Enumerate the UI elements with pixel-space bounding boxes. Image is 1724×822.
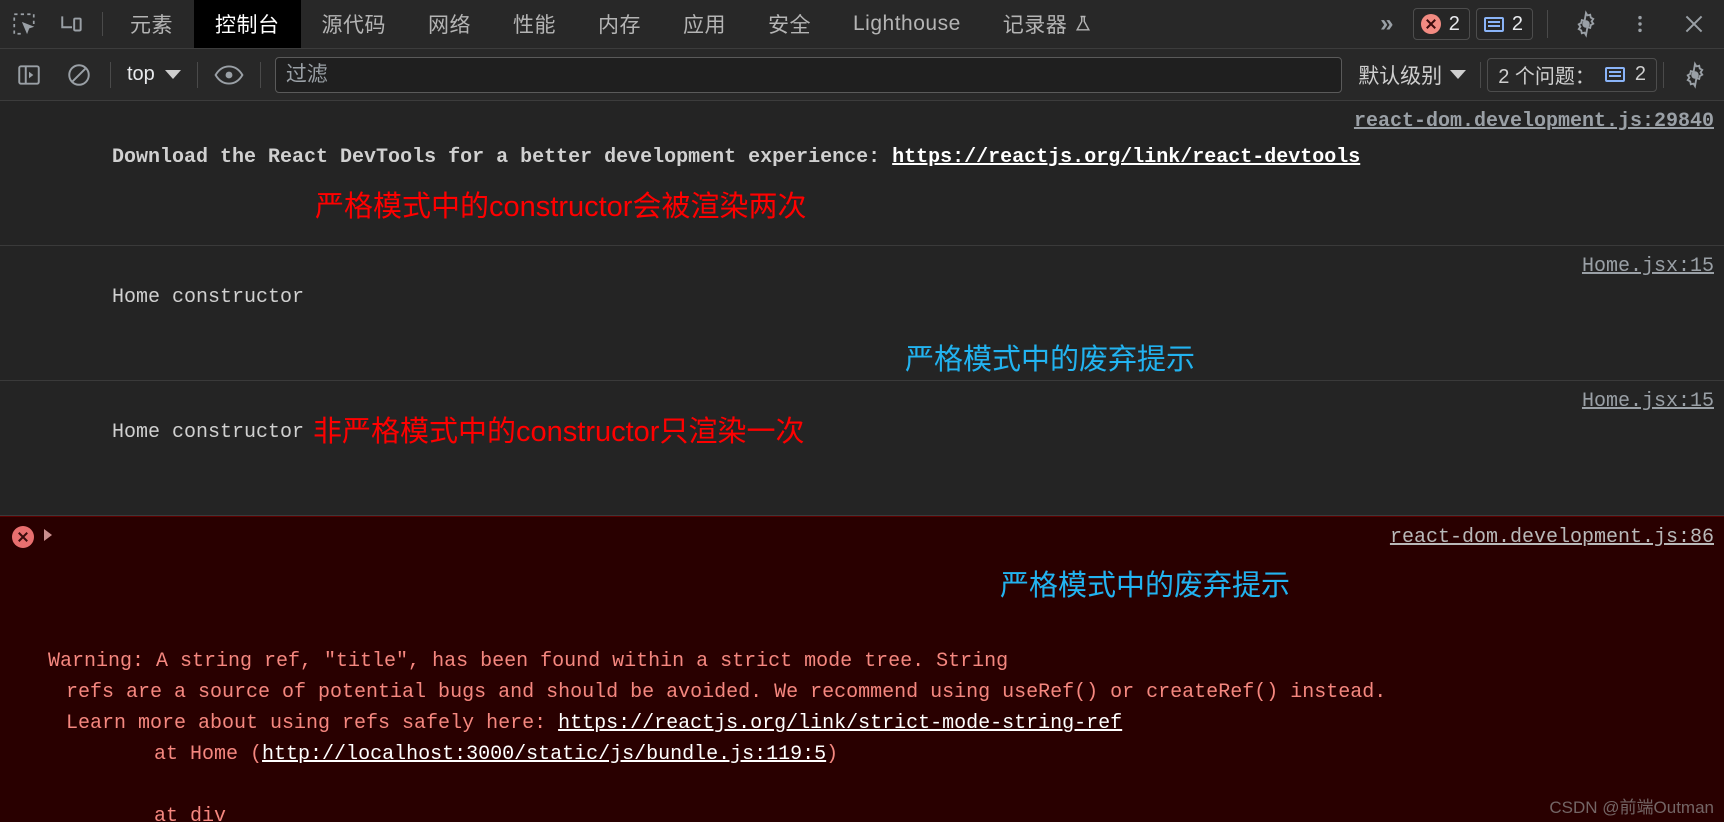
source-link[interactable]: Home.jsx:15 <box>1582 251 1714 282</box>
error-line-3: Learn more about using refs safely here: <box>66 712 559 735</box>
error-count: 2 <box>1448 12 1460 35</box>
chevron-down-icon <box>164 70 181 79</box>
error-icon <box>1420 14 1441 34</box>
stack-line: at div <box>66 801 1716 822</box>
stack-post: ) <box>826 743 839 766</box>
tab-memory[interactable]: 内存 <box>577 0 662 48</box>
issues-message-icon <box>1604 67 1625 82</box>
filterbar-divider-3 <box>259 61 261 88</box>
execution-context-select[interactable]: top <box>117 63 191 86</box>
inspect-element-icon[interactable] <box>0 0 48 48</box>
tab-elements[interactable]: 元素 <box>109 0 194 48</box>
console-row-log[interactable]: Home constructor Home.jsx:15 <box>0 381 1724 516</box>
console-row-banner[interactable]: Download the React DevTools for a better… <box>0 101 1724 246</box>
strict-mode-string-ref-link[interactable]: https://reactjs.org/link/strict-mode-str… <box>558 712 1122 735</box>
banner-text: Download the React DevTools for a better… <box>112 146 893 169</box>
log-text: Home constructor <box>112 421 305 444</box>
issue-counters: 2 2 <box>1412 0 1724 48</box>
stack-line: at Home (http://localhost:3000/static/js… <box>66 739 1716 770</box>
tab-lighthouse[interactable]: Lighthouse <box>832 0 982 48</box>
tabbar-spacer <box>1114 0 1360 48</box>
console-sidebar-icon[interactable] <box>4 49 54 100</box>
device-toolbar-icon[interactable] <box>48 0 96 48</box>
more-tabs-button[interactable]: » <box>1361 0 1413 48</box>
devtools-tabbar: 元素 控制台 源代码 网络 性能 内存 应用 安全 Lighthouse 记录器… <box>0 0 1724 49</box>
stack-pre: at div <box>106 805 227 822</box>
filterbar-divider-1 <box>110 61 111 88</box>
tab-network[interactable]: 网络 <box>407 0 492 48</box>
gear-icon[interactable] <box>1562 10 1610 38</box>
live-expression-icon[interactable] <box>204 49 254 100</box>
devtools-panel: 元素 控制台 源代码 网络 性能 内存 应用 安全 Lighthouse 记录器… <box>0 0 1724 822</box>
tab-recorder-label: 记录器 <box>1002 14 1068 37</box>
clear-console-icon[interactable] <box>54 49 104 100</box>
expand-arrow-icon[interactable] <box>44 529 52 541</box>
error-body: Warning: A string ref, "title", has been… <box>48 646 1716 822</box>
log-text: Home constructor <box>112 286 305 309</box>
error-line-1: Warning: A string ref, "title", has been… <box>48 650 1009 673</box>
filterbar-divider-4 <box>1480 61 1482 88</box>
tab-console[interactable]: 控制台 <box>194 0 301 48</box>
toolbar-divider-2 <box>1547 10 1548 38</box>
issues-count: 2 <box>1634 63 1646 85</box>
log-level-label: 默认级别 <box>1358 64 1443 88</box>
filter-input[interactable] <box>274 56 1343 93</box>
console-filterbar: top 默认级别 2 个问题： 2 <box>0 49 1724 101</box>
kebab-menu-icon[interactable] <box>1616 11 1664 37</box>
tab-application[interactable]: 应用 <box>662 0 747 48</box>
close-icon[interactable] <box>1670 11 1718 37</box>
console-row-error[interactable]: Warning: A string ref, "title", has been… <box>0 516 1724 822</box>
console-output[interactable]: Download the React DevTools for a better… <box>0 101 1724 822</box>
message-icon <box>1483 16 1504 32</box>
filterbar-divider-2 <box>196 61 198 88</box>
stack-link[interactable]: http://localhost:3000/static/js/bundle.j… <box>262 743 826 766</box>
stack-pre: at Home ( <box>106 743 263 766</box>
source-link[interactable]: react-dom.development.js:29840 <box>1354 106 1714 137</box>
chevron-down-icon-level <box>1450 70 1467 79</box>
source-link[interactable]: Home.jsx:15 <box>1582 386 1714 417</box>
settings-gear-icon[interactable] <box>1670 49 1720 100</box>
filterbar-divider-5 <box>1663 61 1664 88</box>
warning-counter[interactable]: 2 <box>1475 8 1533 40</box>
issues-label: 2 个问题： <box>1498 66 1595 88</box>
source-link[interactable]: react-dom.development.js:86 <box>1390 522 1714 553</box>
error-icon <box>12 526 34 548</box>
warning-count: 2 <box>1511 12 1523 35</box>
error-line-2: refs are a source of potential bugs and … <box>66 681 1387 704</box>
tab-performance[interactable]: 性能 <box>492 0 577 48</box>
execution-context-label: top <box>127 63 155 85</box>
tab-security[interactable]: 安全 <box>747 0 832 48</box>
error-counter[interactable]: 2 <box>1412 8 1470 40</box>
issues-button[interactable]: 2 个问题： 2 <box>1487 57 1657 92</box>
react-devtools-link[interactable]: https://reactjs.org/link/react-devtools <box>892 146 1360 169</box>
toolbar-divider <box>102 12 103 36</box>
console-row-log[interactable]: Home constructor Home.jsx:15 <box>0 246 1724 381</box>
flask-icon <box>1073 13 1093 35</box>
log-level-select[interactable]: 默认级别 <box>1350 60 1474 90</box>
tab-recorder[interactable]: 记录器 <box>982 0 1115 48</box>
tab-sources[interactable]: 源代码 <box>301 0 408 48</box>
